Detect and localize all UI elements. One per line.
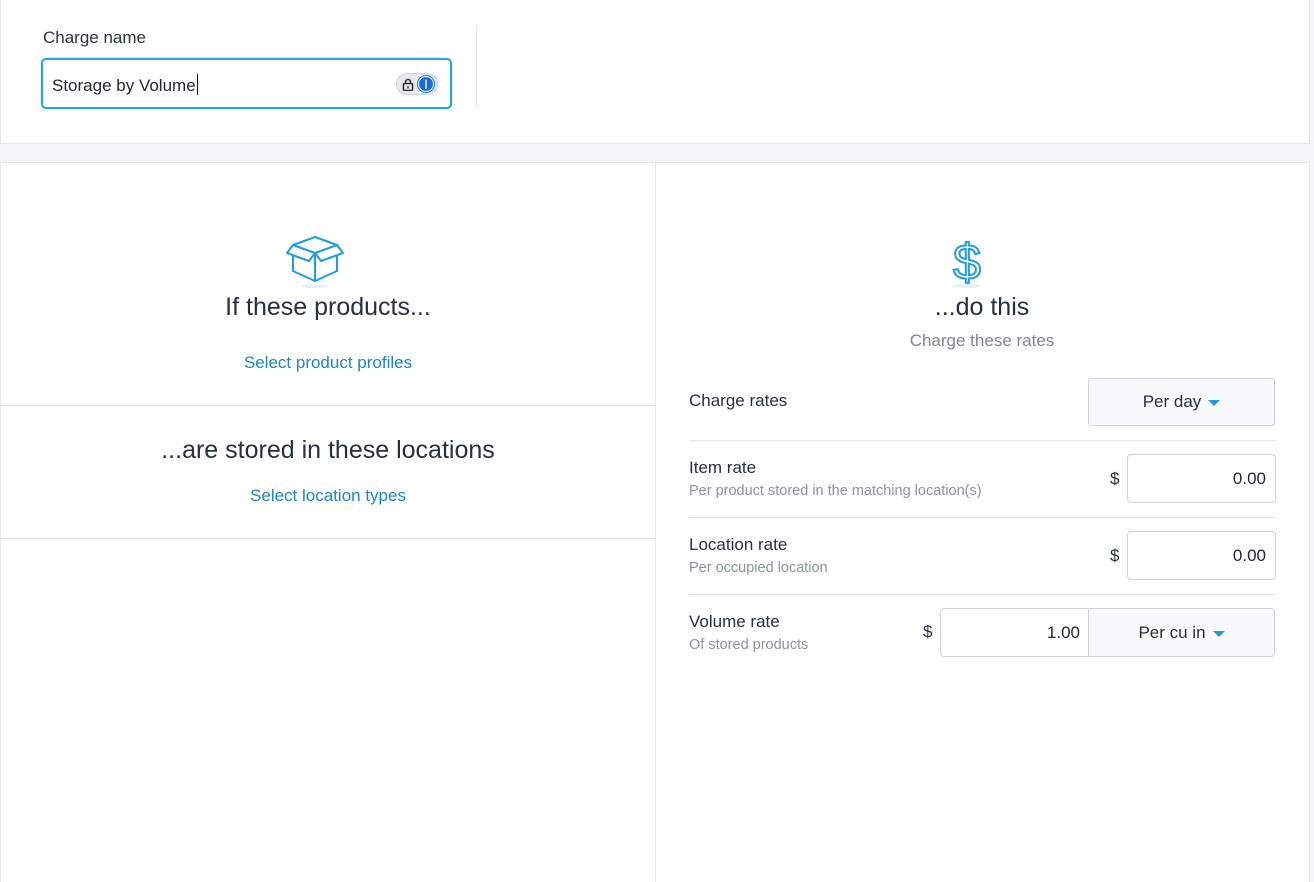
caret-down-icon bbox=[1208, 400, 1221, 406]
item-rate-label: Item rate bbox=[689, 458, 757, 477]
conditions-column: If these products... Select product prof… bbox=[1, 163, 655, 882]
item-rate-currency: $ bbox=[1110, 469, 1120, 488]
divider bbox=[1, 538, 655, 539]
location-rate-currency: $ bbox=[1110, 546, 1120, 565]
password-manager-badge[interactable]: | bbox=[396, 73, 438, 95]
charge-rates-select[interactable]: Per day bbox=[1088, 378, 1275, 426]
lock-icon bbox=[402, 78, 414, 91]
select-product-profiles-link[interactable]: Select product profiles bbox=[1, 353, 655, 373]
charge-name-input[interactable]: Storage by Volume | bbox=[41, 58, 452, 109]
row-divider bbox=[689, 517, 1276, 518]
dollar-icon: $ bbox=[952, 233, 982, 291]
charge-name-value: Storage by Volume bbox=[52, 74, 199, 96]
charge-name-label: Charge name bbox=[43, 28, 147, 47]
actions-subheading: Charge these rates bbox=[909, 331, 1055, 350]
item-rate-input[interactable]: 0.00 bbox=[1127, 454, 1276, 503]
row-divider bbox=[689, 594, 1276, 595]
charge-rates-value: Per day bbox=[1142, 392, 1202, 411]
volume-unit-select[interactable]: Per cu in bbox=[1088, 608, 1275, 657]
volume-rate-hint: Of stored products bbox=[689, 637, 809, 653]
box-icon bbox=[286, 236, 344, 288]
volume-rate-currency: $ bbox=[923, 622, 933, 641]
location-rate-label: Location rate bbox=[689, 535, 788, 554]
top-divider bbox=[476, 26, 477, 108]
caret-down-icon bbox=[1212, 630, 1225, 637]
onepassword-icon: | bbox=[418, 76, 434, 92]
location-rate-input[interactable]: 0.00 bbox=[1127, 531, 1276, 580]
volume-rate-input[interactable]: 1.00 bbox=[940, 608, 1090, 657]
charge-rates-label: Charge rates bbox=[689, 391, 788, 410]
divider bbox=[1, 405, 655, 406]
volume-unit-value: Per cu in bbox=[1138, 622, 1206, 642]
select-location-types-link[interactable]: Select location types bbox=[1, 486, 655, 506]
text-caret bbox=[196, 74, 199, 95]
actions-column: $ ...do this Charge these rates Charge r… bbox=[656, 163, 1311, 882]
locations-heading: ...are stored in these locations bbox=[161, 436, 495, 464]
item-rate-hint: Per product stored in the matching locat… bbox=[689, 483, 982, 499]
rule-card: If these products... Select product prof… bbox=[0, 162, 1310, 882]
charge-name-card: Charge name Storage by Volume | bbox=[0, 0, 1310, 144]
row-divider bbox=[689, 440, 1276, 441]
products-heading: If these products... bbox=[225, 293, 431, 321]
actions-heading: ...do this bbox=[934, 293, 1030, 321]
volume-rate-label: Volume rate bbox=[689, 612, 780, 631]
svg-text:$: $ bbox=[953, 234, 981, 290]
location-rate-hint: Per occupied location bbox=[689, 560, 828, 576]
